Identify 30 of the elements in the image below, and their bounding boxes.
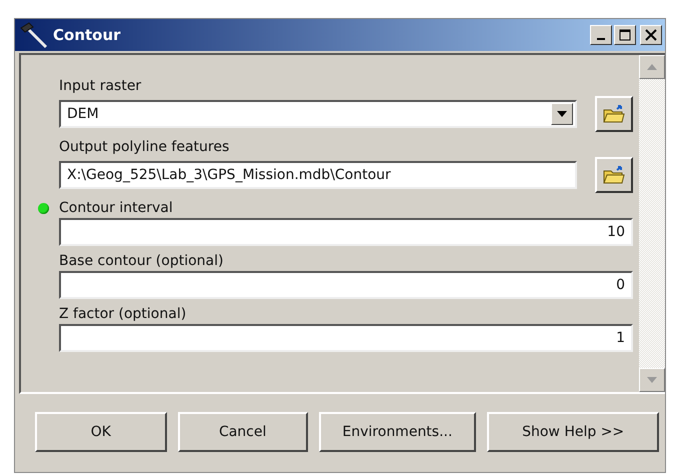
parameter-label: Output polyline features xyxy=(59,138,230,157)
input-field[interactable]: 10 xyxy=(59,218,633,246)
folder-icon xyxy=(602,104,626,124)
parameter-label: Z factor (optional) xyxy=(59,305,186,324)
dropdown-field[interactable]: DEM xyxy=(59,100,577,128)
folder-icon xyxy=(602,165,626,185)
parameter-label: Contour interval xyxy=(59,199,173,218)
dialog-button[interactable]: OK xyxy=(35,412,167,452)
parameter-label: Base contour (optional) xyxy=(59,252,224,271)
dialog-button[interactable]: Cancel xyxy=(178,412,308,452)
browse-button[interactable] xyxy=(595,157,633,193)
close-button[interactable] xyxy=(640,25,662,45)
scroll-up-button[interactable] xyxy=(639,55,665,79)
scroll-down-button[interactable] xyxy=(639,368,665,392)
dialog-button[interactable]: Show Help >> xyxy=(487,412,659,452)
down-arrow-icon xyxy=(647,377,657,383)
up-arrow-icon xyxy=(647,64,657,70)
minimize-button[interactable] xyxy=(590,25,612,45)
input-field[interactable]: 0 xyxy=(59,271,633,299)
minimize-icon xyxy=(597,38,605,40)
browse-button[interactable] xyxy=(595,96,633,132)
close-icon xyxy=(645,29,657,41)
input-field[interactable]: 1 xyxy=(59,324,633,352)
hammer-icon xyxy=(19,22,49,48)
parameter-label: Input raster xyxy=(59,77,142,96)
maximize-icon xyxy=(619,29,631,41)
input-field[interactable]: X:\Geog_525\Lab_3\GPS_Mission.mdb\Contour xyxy=(59,161,577,189)
dialog-button[interactable]: Environments... xyxy=(318,412,476,452)
window-title: Contour xyxy=(53,26,122,44)
maximize-button[interactable] xyxy=(614,25,636,45)
